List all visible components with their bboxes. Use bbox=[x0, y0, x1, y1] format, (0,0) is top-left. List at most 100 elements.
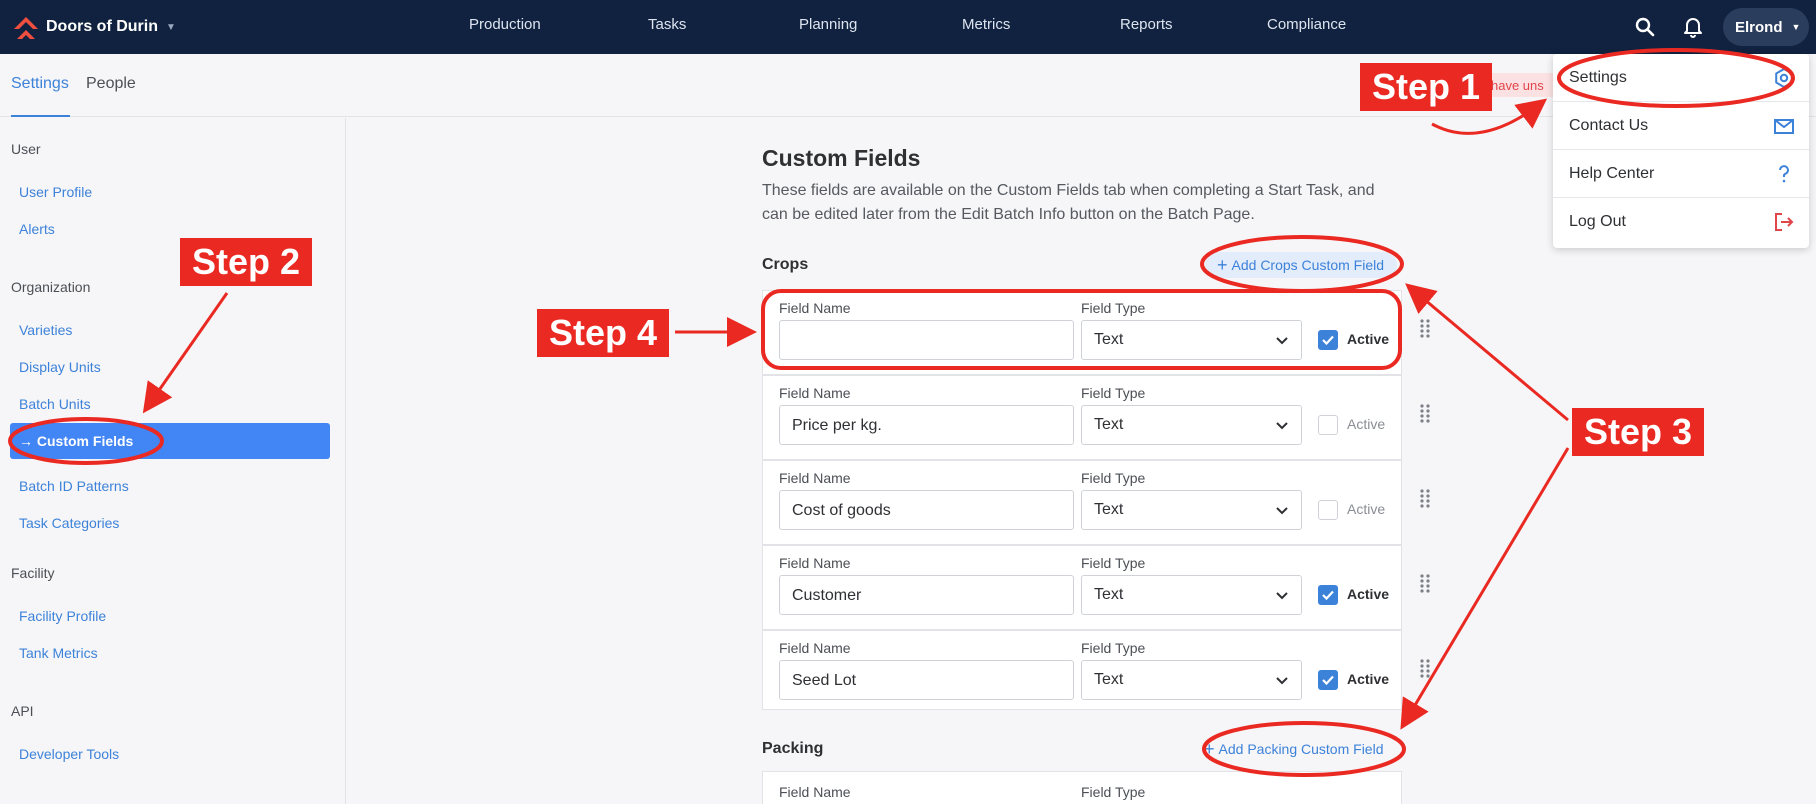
plus-icon: + bbox=[1204, 738, 1215, 759]
field-name-input[interactable]: Cost of goods bbox=[779, 490, 1074, 530]
drag-handle-icon[interactable] bbox=[1419, 658, 1431, 680]
sidebar-heading-api: API bbox=[11, 703, 34, 719]
field-name-input[interactable] bbox=[779, 320, 1074, 360]
page-description: These fields are available on the Custom… bbox=[762, 182, 1375, 223]
field-name-label: Field Name bbox=[779, 385, 851, 401]
field-type-select[interactable]: Text bbox=[1081, 575, 1302, 615]
field-type-select[interactable]: Text bbox=[1081, 660, 1302, 700]
active-label: Active bbox=[1347, 671, 1390, 687]
field-type-select[interactable]: Text bbox=[1081, 320, 1302, 360]
field-name-input[interactable]: Seed Lot bbox=[779, 660, 1074, 700]
drag-handle-icon[interactable] bbox=[1419, 573, 1431, 595]
user-menu-button[interactable]: Elrond ▼ bbox=[1723, 8, 1809, 46]
check-icon bbox=[1322, 590, 1334, 601]
add-crops-custom-field-button[interactable]: + Add Crops Custom Field bbox=[1205, 252, 1397, 278]
active-checkbox[interactable] bbox=[1318, 585, 1338, 605]
chevron-down-icon bbox=[1276, 337, 1288, 345]
tab-settings[interactable]: Settings bbox=[11, 75, 69, 93]
sidebar-item-display-units[interactable]: Display Units bbox=[19, 359, 101, 375]
check-icon bbox=[1322, 335, 1334, 346]
menu-item-help-center[interactable]: Help Center bbox=[1553, 150, 1809, 198]
field-type-value: Text bbox=[1094, 501, 1124, 518]
active-tab-indicator bbox=[11, 115, 70, 117]
field-type-label: Field Type bbox=[1081, 640, 1146, 656]
question-icon bbox=[1779, 165, 1789, 183]
menu-item-log-out[interactable]: Log Out bbox=[1553, 198, 1809, 248]
menu-item-label: Settings bbox=[1569, 69, 1627, 86]
custom-field-row: Field Name Field Type Price per kg. Text… bbox=[762, 375, 1402, 460]
add-crops-label: Add Crops Custom Field bbox=[1231, 257, 1385, 273]
sidebar-item-custom-fields[interactable]: → Custom Fields bbox=[10, 423, 330, 459]
arrow-right-icon: → bbox=[19, 433, 33, 449]
field-type-value: Text bbox=[1094, 671, 1124, 688]
menu-item-label: Contact Us bbox=[1569, 117, 1649, 134]
page-title: Custom Fields bbox=[762, 145, 921, 171]
step-4-label: Step 4 bbox=[537, 309, 670, 357]
bell-icon[interactable] bbox=[1679, 13, 1707, 41]
field-type-select[interactable]: Text bbox=[1081, 405, 1302, 445]
sidebar-item-facility-profile[interactable]: Facility Profile bbox=[19, 608, 106, 624]
drag-handle-icon[interactable] bbox=[1419, 403, 1431, 425]
field-type-label: Field Type bbox=[1081, 385, 1146, 401]
nav-planning[interactable]: Planning bbox=[799, 16, 857, 33]
field-type-value: Text bbox=[1094, 331, 1124, 348]
nav-production[interactable]: Production bbox=[469, 16, 541, 33]
drag-handle-icon[interactable] bbox=[1419, 488, 1431, 510]
tab-people[interactable]: People bbox=[86, 75, 136, 93]
menu-item-label: Log Out bbox=[1569, 213, 1626, 230]
logout-icon bbox=[1775, 213, 1794, 231]
brand-logo-icon bbox=[14, 17, 38, 39]
field-type-label: Field Type bbox=[1081, 300, 1146, 316]
sidebar-item-task-categories[interactable]: Task Categories bbox=[19, 515, 119, 531]
check-icon bbox=[1322, 675, 1334, 686]
plus-icon: + bbox=[1217, 254, 1228, 275]
nav-reports[interactable]: Reports bbox=[1120, 16, 1173, 33]
active-label: Active bbox=[1347, 331, 1390, 347]
mail-icon bbox=[1774, 119, 1794, 134]
user-dropdown-menu: Settings Contact Us Help Center Log Out bbox=[1553, 54, 1809, 248]
field-name-label: Field Name bbox=[779, 470, 851, 486]
sidebar-item-alerts[interactable]: Alerts bbox=[19, 221, 55, 237]
chevron-down-icon bbox=[1276, 422, 1288, 430]
field-type-select[interactable]: Text bbox=[1081, 490, 1302, 530]
custom-field-row: Field Name Field Type Cost of goods Text… bbox=[762, 460, 1402, 545]
org-switcher[interactable]: Doors of Durin ▼ bbox=[12, 13, 176, 41]
active-label: Active bbox=[1347, 501, 1386, 517]
active-checkbox[interactable] bbox=[1318, 670, 1338, 690]
drag-handle-icon[interactable] bbox=[1419, 318, 1431, 340]
step-2-label: Step 2 bbox=[180, 238, 313, 286]
field-name-label: Field Name bbox=[779, 555, 851, 571]
nav-metrics[interactable]: Metrics bbox=[962, 16, 1010, 33]
menu-item-contact-us[interactable]: Contact Us bbox=[1553, 102, 1809, 150]
unsaved-changes-badge: have uns bbox=[1483, 73, 1555, 97]
sidebar-item-batch-id-patterns[interactable]: Batch ID Patterns bbox=[19, 478, 129, 494]
field-name-label: Field Name bbox=[779, 640, 851, 656]
nav-compliance[interactable]: Compliance bbox=[1267, 16, 1346, 33]
add-packing-custom-field-button[interactable]: + Add Packing Custom Field bbox=[1204, 736, 1383, 762]
custom-field-row: Field Name Field Type Text Active bbox=[762, 290, 1402, 375]
field-name-input[interactable]: Customer bbox=[779, 575, 1074, 615]
field-name-input[interactable]: Price per kg. bbox=[779, 405, 1074, 445]
nav-tasks[interactable]: Tasks bbox=[648, 16, 686, 33]
custom-field-row: Field Name Field Type bbox=[762, 771, 1402, 804]
active-checkbox[interactable] bbox=[1318, 500, 1338, 520]
settings-sidebar: User User Profile Alerts Organization Va… bbox=[0, 118, 346, 804]
custom-field-row: Field Name Field Type Seed Lot Text Acti… bbox=[762, 630, 1402, 710]
packing-section-label: Packing bbox=[762, 740, 824, 757]
sidebar-item-user-profile[interactable]: User Profile bbox=[19, 184, 92, 200]
sidebar-item-batch-units[interactable]: Batch Units bbox=[19, 396, 91, 412]
field-type-value: Text bbox=[1094, 586, 1124, 603]
menu-item-settings[interactable]: Settings bbox=[1553, 54, 1809, 102]
sidebar-item-developer-tools[interactable]: Developer Tools bbox=[19, 746, 119, 762]
crops-section-label: Crops bbox=[762, 256, 809, 273]
search-icon[interactable] bbox=[1631, 13, 1659, 41]
sidebar-item-tank-metrics[interactable]: Tank Metrics bbox=[19, 645, 98, 661]
field-name-label: Field Name bbox=[779, 784, 851, 800]
menu-item-label: Help Center bbox=[1569, 165, 1655, 182]
active-checkbox[interactable] bbox=[1318, 415, 1338, 435]
sidebar-item-varieties[interactable]: Varieties bbox=[19, 322, 72, 338]
active-checkbox[interactable] bbox=[1318, 330, 1338, 350]
chevron-down-icon: ▼ bbox=[166, 21, 176, 33]
sidebar-heading-facility: Facility bbox=[11, 565, 55, 581]
step-3-label: Step 3 bbox=[1572, 408, 1705, 456]
